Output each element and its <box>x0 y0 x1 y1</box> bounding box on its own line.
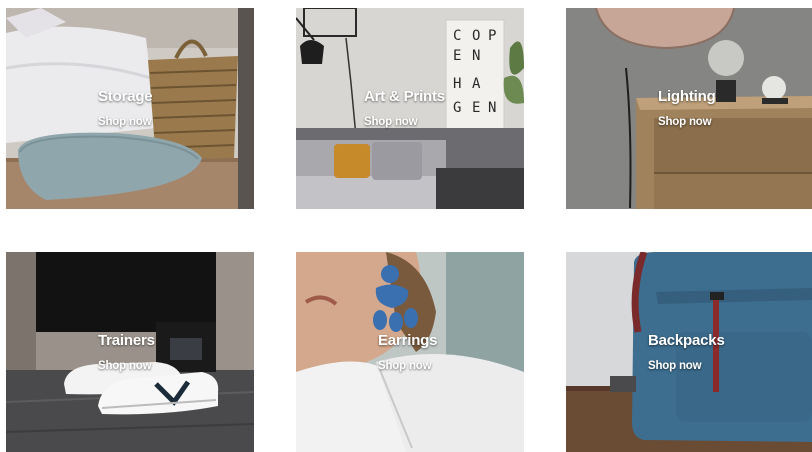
shop-now-link[interactable]: Shop now <box>364 116 418 128</box>
tile-title: Storage <box>98 88 153 105</box>
shop-now-link[interactable]: Shop now <box>648 360 702 372</box>
tile-label: Storage Shop now <box>6 8 254 209</box>
category-tile-lighting[interactable]: Lighting Shop now <box>566 8 812 209</box>
tile-label: Backpacks Shop now <box>566 252 812 452</box>
category-tile-art-prints[interactable]: C O P E N H A G E N Art & Prints Shop no… <box>296 8 524 209</box>
category-tile-earrings[interactable]: Earrings Shop now <box>296 252 524 452</box>
tile-title: Lighting <box>658 88 716 105</box>
tile-label: Art & Prints Shop now <box>296 8 524 209</box>
shop-now-link[interactable]: Shop now <box>378 360 432 372</box>
shop-now-link[interactable]: Shop now <box>98 116 152 128</box>
category-grid: Storage Shop now C O P E N H A G E N Art… <box>0 0 812 452</box>
category-tile-backpacks[interactable]: Backpacks Shop now <box>566 252 812 452</box>
category-tile-trainers[interactable]: Trainers Shop now <box>6 252 254 452</box>
category-tile-storage[interactable]: Storage Shop now <box>6 8 254 209</box>
tile-label: Earrings Shop now <box>296 252 524 452</box>
tile-title: Earrings <box>378 332 438 349</box>
shop-now-link[interactable]: Shop now <box>658 116 712 128</box>
shop-now-link[interactable]: Shop now <box>98 360 152 372</box>
tile-title: Art & Prints <box>364 88 445 105</box>
tile-title: Trainers <box>98 332 155 349</box>
tile-title: Backpacks <box>648 332 725 349</box>
tile-label: Trainers Shop now <box>6 252 254 452</box>
tile-label: Lighting Shop now <box>566 8 812 209</box>
